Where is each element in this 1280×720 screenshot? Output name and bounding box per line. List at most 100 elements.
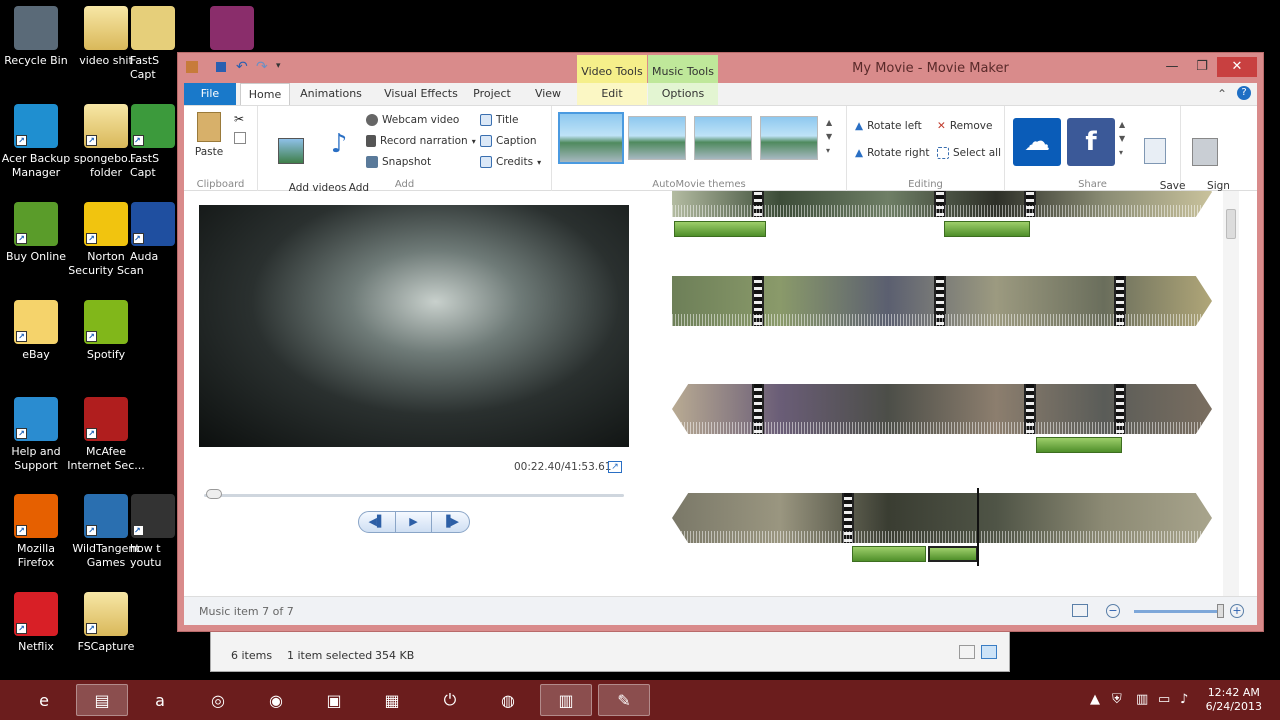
storyboard[interactable]: [664, 191, 1239, 596]
zoom-thumb[interactable]: [1217, 604, 1225, 618]
storyboard-scrollbar[interactable]: [1223, 191, 1239, 596]
tab-home[interactable]: Home: [240, 83, 290, 105]
record-narration-button[interactable]: Record narration ▾: [366, 135, 476, 147]
tiles-view-icon[interactable]: [981, 645, 997, 659]
music-item[interactable]: [852, 546, 926, 562]
paste-button[interactable]: Paste: [192, 112, 226, 158]
maximize-button[interactable]: ❐: [1187, 57, 1217, 77]
tab-project[interactable]: Project: [472, 83, 512, 105]
desktop-icon[interactable]: ↗ McAfee Internet Sec...: [62, 397, 150, 473]
theme-4[interactable]: [760, 116, 818, 160]
webcam-video-button[interactable]: Webcam video: [366, 114, 459, 126]
onedrive-icon[interactable]: ☁: [1013, 118, 1061, 166]
shortcut-arrow-icon: ↗: [86, 623, 97, 634]
tab-options[interactable]: Options: [648, 83, 718, 105]
shortcut-arrow-icon: ↗: [133, 525, 144, 536]
copy-icon[interactable]: [234, 132, 246, 144]
help-icon[interactable]: ?: [1237, 86, 1251, 100]
next-frame-button[interactable]: ▐▶: [432, 511, 470, 533]
facebook-icon[interactable]: f: [1067, 118, 1115, 166]
power-icon[interactable]: ▭: [1158, 692, 1170, 707]
ie-icon[interactable]: e: [18, 684, 70, 716]
explorer-icon[interactable]: ▤: [76, 684, 128, 716]
clipboard-group: Paste ✂ Clipboard: [184, 106, 258, 192]
moviemaker-icon[interactable]: ✎: [598, 684, 650, 716]
show-hidden-icons[interactable]: ▲: [1090, 692, 1100, 707]
desktop-icon[interactable]: ↗ Auda: [130, 202, 176, 264]
rotate-left-label: Rotate left: [867, 120, 922, 132]
themes-scroll-icon[interactable]: ▲ ▼ ▾: [826, 116, 832, 158]
tab-animations[interactable]: Animations: [296, 83, 366, 105]
camera-app-icon[interactable]: ◎: [192, 684, 244, 716]
play-button[interactable]: ▶: [396, 511, 432, 533]
seek-thumb[interactable]: [205, 489, 222, 499]
desktop-icon[interactable]: ↗ how t youtu: [130, 494, 176, 570]
ribbon-tabs: File Home Animations Visual Effects Proj…: [184, 83, 1257, 105]
timeline-row-2[interactable]: [672, 276, 1212, 326]
movie-maker-window: ↶ ↷ ▾ Video Tools Music Tools My Movie -…: [177, 52, 1264, 632]
fastscreen-icon: [131, 6, 175, 50]
snapshot-label: Snapshot: [382, 156, 432, 168]
timeline-row-3[interactable]: [672, 384, 1212, 434]
music-item[interactable]: [674, 221, 766, 237]
rotate-right-button[interactable]: ▲ Rotate right: [855, 147, 929, 159]
zoom-in-icon[interactable]: +: [1230, 604, 1244, 618]
tab-edit[interactable]: Edit: [577, 83, 647, 105]
desktop-icon[interactable]: ↗ FSCapture: [62, 592, 150, 654]
rotate-left-button[interactable]: ▲ Rotate left: [855, 120, 922, 132]
winrar-icon[interactable]: ▥: [540, 684, 592, 716]
office-app-icon[interactable]: ▦: [366, 684, 418, 716]
title-button[interactable]: Title: [480, 114, 519, 126]
desktop-icon[interactable]: ↗ Spotify: [62, 300, 150, 362]
thumbnail-size-icon[interactable]: [1072, 604, 1088, 617]
power-app-icon[interactable]: ⏻: [424, 684, 476, 716]
speaker-app-icon[interactable]: ◉: [250, 684, 302, 716]
security-tray-icon[interactable]: ⛨: [1112, 692, 1122, 707]
collapse-ribbon-icon[interactable]: ⌃: [1217, 87, 1227, 101]
snapshot-button[interactable]: Snapshot: [366, 156, 431, 168]
tab-visual-effects[interactable]: Visual Effects: [376, 83, 466, 105]
network-icon[interactable]: ▥: [1136, 692, 1148, 707]
seek-bar[interactable]: [204, 494, 624, 497]
zoom-slider[interactable]: [1134, 610, 1224, 613]
credits-label: Credits: [496, 156, 534, 168]
tab-file[interactable]: File: [184, 83, 236, 105]
tab-view[interactable]: View: [528, 83, 568, 105]
share-scroll-icon[interactable]: ▲ ▼ ▾: [1119, 118, 1125, 160]
clock[interactable]: 12:42 AM 6/24/2013: [1206, 686, 1262, 714]
timeline-row-1[interactable]: [672, 191, 1212, 217]
audio-waveform: [672, 422, 1212, 434]
minimize-button[interactable]: —: [1157, 57, 1187, 77]
desktop-icon-label: Auda: [130, 250, 159, 263]
desktop-icon[interactable]: [202, 6, 262, 54]
credits-button[interactable]: Credits ▾: [480, 156, 541, 168]
music-item[interactable]: [1036, 437, 1122, 453]
remove-button[interactable]: ✕ Remove: [937, 120, 992, 132]
desktop-icon[interactable]: ↗ FastS Capt: [130, 104, 176, 180]
select-all-button[interactable]: Select all: [937, 147, 1001, 159]
music-item[interactable]: [944, 221, 1030, 237]
video-preview[interactable]: [199, 205, 629, 447]
doc-app-icon[interactable]: ▣: [308, 684, 360, 716]
close-button[interactable]: ✕: [1217, 57, 1257, 77]
details-view-icon[interactable]: [959, 645, 975, 659]
shortcut-arrow-icon: ↗: [16, 525, 27, 536]
cut-icon[interactable]: ✂: [234, 112, 244, 126]
volume-icon[interactable]: ♪: [1180, 692, 1188, 707]
amazon-icon[interactable]: a: [134, 684, 186, 716]
timeline-row-4[interactable]: [672, 493, 1212, 543]
add-videos-icon: [278, 138, 304, 164]
desktop-icon[interactable]: FastS Capt: [130, 6, 176, 82]
playhead[interactable]: [977, 488, 979, 566]
scroll-thumb[interactable]: [1226, 209, 1236, 239]
theme-default[interactable]: [558, 112, 624, 164]
theme-3[interactable]: [694, 116, 752, 160]
previous-frame-button[interactable]: ◀▌: [358, 511, 396, 533]
clock-time: 12:42 AM: [1207, 686, 1260, 699]
caption-button[interactable]: Caption: [480, 135, 537, 147]
fullscreen-icon[interactable]: ↗: [608, 461, 622, 473]
music-item-selected[interactable]: [928, 546, 978, 562]
firefox-icon[interactable]: ◍: [482, 684, 534, 716]
theme-2[interactable]: [628, 116, 686, 160]
zoom-out-icon[interactable]: −: [1106, 604, 1120, 618]
